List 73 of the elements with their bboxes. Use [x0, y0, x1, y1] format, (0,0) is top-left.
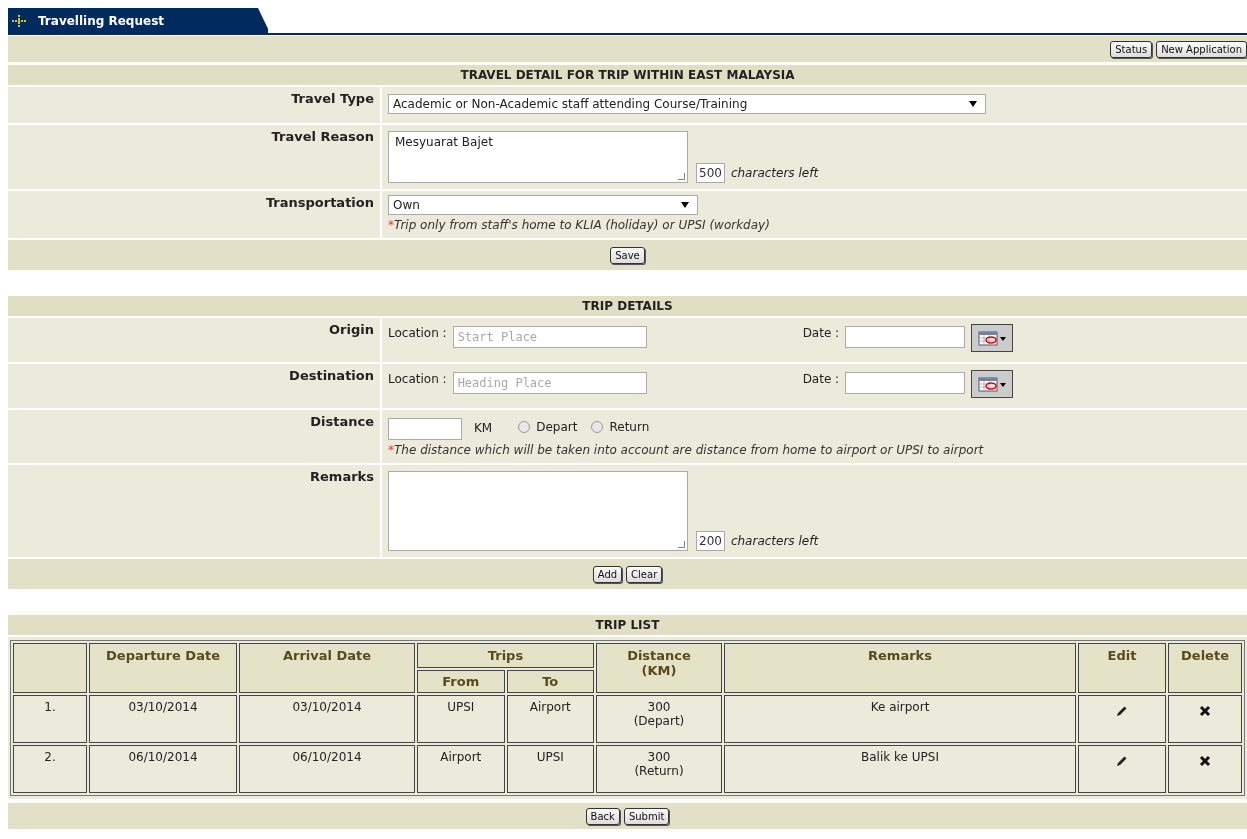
calendar-button[interactable] — [971, 324, 1014, 352]
location-input[interactable]: Heading Place — [452, 372, 647, 394]
character-counter: 200 — [696, 531, 725, 551]
field-label: Origin — [8, 318, 382, 362]
date-input[interactable] — [845, 372, 966, 394]
table-cell: 300 (Depart) — [596, 695, 722, 743]
character-counter: 500 — [696, 163, 725, 183]
caret-icon — [969, 101, 977, 107]
location-input[interactable]: Start Place — [452, 326, 647, 348]
table-cell: 2. — [13, 745, 87, 793]
field-label: Travel Type — [8, 87, 382, 123]
transportation-select[interactable]: Own — [388, 195, 698, 215]
field-label: Transportation — [8, 191, 382, 238]
submit-button[interactable]: Submit — [623, 807, 670, 825]
pencil-icon[interactable] — [1116, 755, 1128, 767]
radio-button[interactable] — [518, 421, 531, 433]
save-button[interactable]: Save — [610, 246, 645, 264]
field-label: Travel Reason — [8, 125, 382, 189]
delete-icon[interactable] — [1199, 705, 1211, 717]
section-header: TRIP LIST — [8, 615, 1247, 637]
header-cell: From — [417, 670, 505, 693]
note-text: *The distance which will be taken into account are distance from home to airport or UPSI to airport — [388, 443, 984, 457]
location-label: Location : — [388, 371, 447, 386]
table-cell: 03/10/2014 — [89, 695, 237, 743]
radio-label[interactable]: Return — [609, 420, 650, 434]
date-input[interactable] — [845, 326, 966, 348]
table-cell: 300 (Return) — [596, 745, 722, 793]
back-button[interactable]: Back — [585, 807, 620, 825]
travel-type-select[interactable]: Academic or Non-Academic staff attending Course/Training — [388, 94, 986, 114]
header-cell: Departure Date — [89, 643, 237, 693]
header-cell: Edit — [1078, 643, 1166, 693]
section-header: TRAVEL DETAIL FOR TRIP WITHIN EAST MALAYSIA — [8, 65, 1247, 87]
table-cell: Ke airport — [724, 695, 1076, 743]
table-cell: Airport — [417, 745, 505, 793]
location-label: Location : — [388, 325, 447, 340]
table-cell: Balik ke UPSI — [724, 745, 1076, 793]
field-label: Distance — [8, 410, 382, 463]
field-label: Destination — [8, 364, 382, 408]
note-text: *Trip only from staff's home to KLIA (holiday) or UPSI (workday) — [388, 218, 770, 232]
table-cell: Airport — [506, 695, 594, 743]
add-button[interactable]: Add — [592, 565, 623, 583]
table-cell: 03/10/2014 — [239, 695, 415, 743]
caret-icon — [681, 202, 689, 208]
table-cell: UPSI — [506, 745, 594, 793]
header-cell: To — [506, 670, 594, 693]
distance-input[interactable] — [388, 418, 462, 440]
header-cell: Distance (KM) — [596, 643, 722, 693]
page-tab[interactable]: Travelling Request — [8, 8, 268, 33]
header-cell: Remarks — [724, 643, 1076, 693]
radio-label[interactable]: Depart — [536, 420, 578, 434]
table-cell: 06/10/2014 — [89, 745, 237, 793]
header-cell: Arrival Date — [239, 643, 415, 693]
header-cell: Trips — [417, 643, 594, 668]
section-header: TRIP DETAILS — [8, 296, 1247, 318]
counter-text: characters left — [730, 166, 819, 182]
toolbar-button[interactable]: New Application — [1156, 40, 1247, 58]
date-label: Date : — [802, 325, 840, 342]
pencil-icon[interactable] — [1116, 705, 1128, 717]
calendar-button[interactable] — [971, 370, 1014, 398]
table-cell: 06/10/2014 — [239, 745, 415, 793]
field-label: Remarks — [8, 465, 382, 557]
counter-text: characters left — [730, 534, 819, 550]
clear-button[interactable]: Clear — [626, 565, 663, 583]
table-cell: 1. — [13, 695, 87, 743]
date-label: Date : — [802, 371, 840, 388]
table-cell: UPSI — [417, 695, 505, 743]
toolbar-button[interactable]: Status — [1110, 40, 1153, 58]
crosshair-icon — [12, 14, 26, 27]
radio-button[interactable] — [591, 421, 604, 433]
header-cell: Delete — [1168, 643, 1242, 693]
unit-label: KM — [474, 420, 493, 435]
delete-icon[interactable] — [1199, 755, 1211, 767]
travel-reason-textarea[interactable]: Mesyuarat Bajet — [388, 131, 688, 183]
